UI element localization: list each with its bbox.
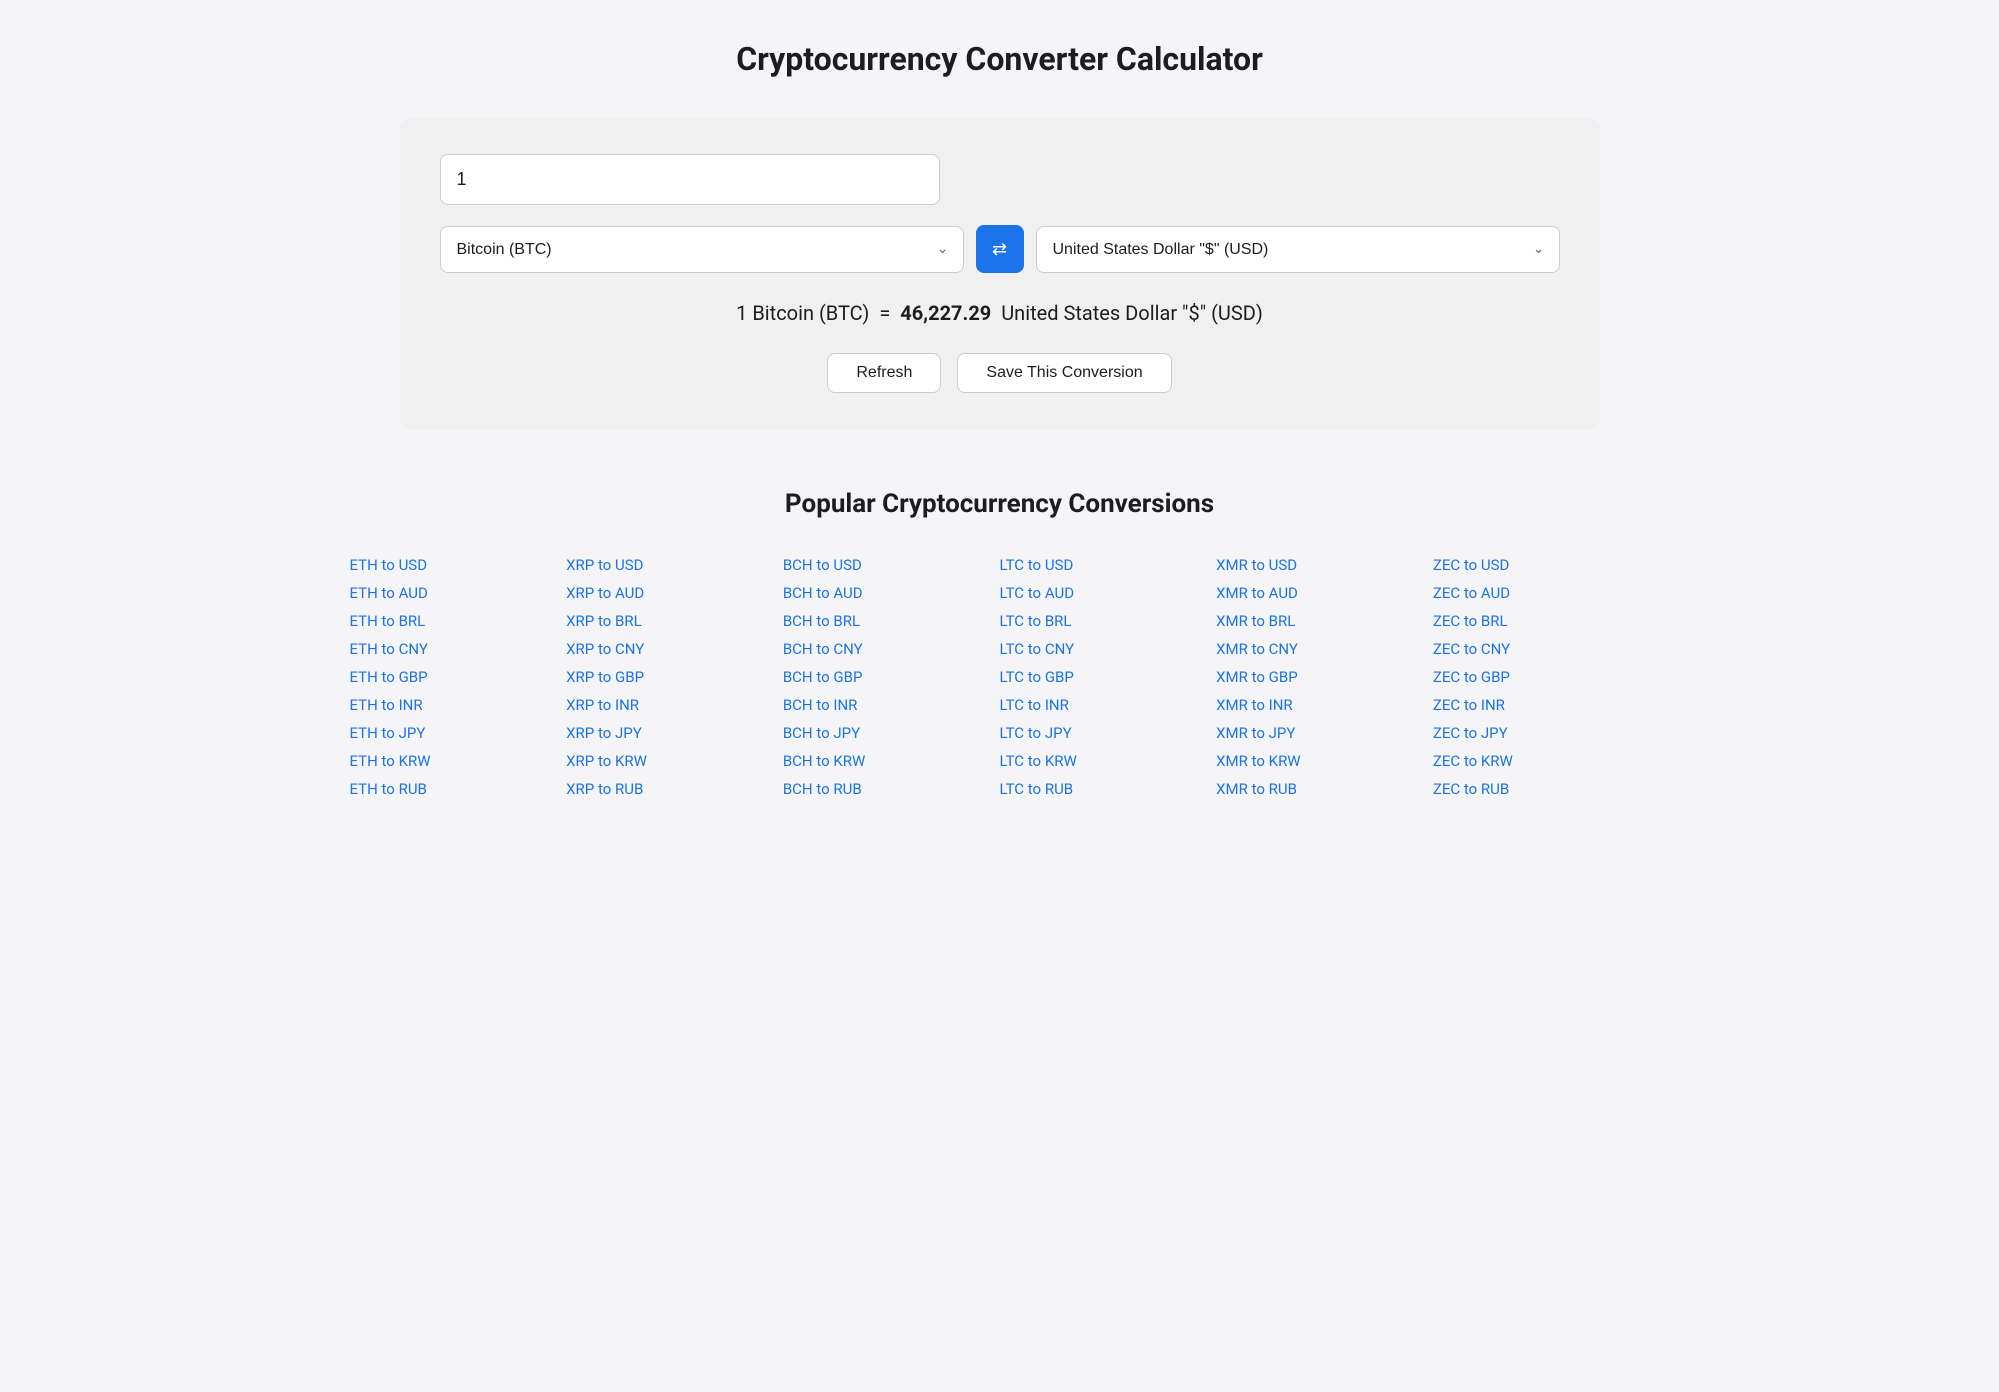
list-item[interactable]: XMR to GBP [1216,663,1433,691]
list-item[interactable]: LTC to RUB [1000,775,1217,803]
amount-input[interactable] [440,154,940,205]
list-item[interactable]: XMR to RUB [1216,775,1433,803]
list-item[interactable]: XMR to BRL [1216,607,1433,635]
refresh-button[interactable]: Refresh [827,353,941,393]
conversion-column-2: BCH to USDBCH to AUDBCH to BRLBCH to CNY… [783,551,1000,803]
list-item[interactable]: BCH to RUB [783,775,1000,803]
list-item[interactable]: LTC to KRW [1000,747,1217,775]
list-item[interactable]: ETH to AUD [350,579,567,607]
conversions-grid: ETH to USDETH to AUDETH to BRLETH to CNY… [350,551,1650,803]
conversion-column-0: ETH to USDETH to AUDETH to BRLETH to CNY… [350,551,567,803]
list-item[interactable]: XRP to RUB [566,775,783,803]
list-item[interactable]: ETH to USD [350,551,567,579]
selectors-row: Bitcoin (BTC)Ethereum (ETH)Ripple (XRP)B… [440,225,1560,273]
conversion-column-3: LTC to USDLTC to AUDLTC to BRLLTC to CNY… [1000,551,1217,803]
list-item[interactable]: XRP to GBP [566,663,783,691]
list-item[interactable]: LTC to CNY [1000,635,1217,663]
list-item[interactable]: BCH to USD [783,551,1000,579]
page-title: Cryptocurrency Converter Calculator [60,40,1939,78]
list-item[interactable]: BCH to GBP [783,663,1000,691]
result-value: 46,227.29 [900,301,991,325]
list-item[interactable]: XRP to USD [566,551,783,579]
list-item[interactable]: ZEC to RUB [1433,775,1650,803]
result-row: 1 Bitcoin (BTC) = 46,227.29 United State… [440,301,1560,325]
list-item[interactable]: ZEC to GBP [1433,663,1650,691]
list-item[interactable]: XRP to BRL [566,607,783,635]
list-item[interactable]: ETH to RUB [350,775,567,803]
conversion-column-5: ZEC to USDZEC to AUDZEC to BRLZEC to CNY… [1433,551,1650,803]
list-item[interactable]: ETH to GBP [350,663,567,691]
list-item[interactable]: LTC to GBP [1000,663,1217,691]
list-item[interactable]: ETH to KRW [350,747,567,775]
list-item[interactable]: BCH to INR [783,691,1000,719]
list-item[interactable]: XMR to INR [1216,691,1433,719]
popular-section: Popular Cryptocurrency Conversions ETH t… [350,489,1650,803]
to-currency-select[interactable]: United States Dollar "$" (USD)Australian… [1037,227,1559,272]
list-item[interactable]: ZEC to JPY [1433,719,1650,747]
from-currency-wrapper: Bitcoin (BTC)Ethereum (ETH)Ripple (XRP)B… [440,226,964,273]
action-buttons: Refresh Save This Conversion [440,353,1560,393]
result-equals: = [879,301,890,325]
list-item[interactable]: LTC to USD [1000,551,1217,579]
list-item[interactable]: XMR to AUD [1216,579,1433,607]
list-item[interactable]: ZEC to AUD [1433,579,1650,607]
list-item[interactable]: ETH to INR [350,691,567,719]
converter-card: Bitcoin (BTC)Ethereum (ETH)Ripple (XRP)B… [400,118,1600,429]
list-item[interactable]: ETH to CNY [350,635,567,663]
from-currency-select[interactable]: Bitcoin (BTC)Ethereum (ETH)Ripple (XRP)B… [441,227,963,272]
list-item[interactable]: LTC to JPY [1000,719,1217,747]
list-item[interactable]: XMR to CNY [1216,635,1433,663]
list-item[interactable]: ETH to BRL [350,607,567,635]
swap-icon: ⇄ [992,239,1007,260]
list-item[interactable]: ZEC to CNY [1433,635,1650,663]
list-item[interactable]: LTC to AUD [1000,579,1217,607]
list-item[interactable]: LTC to INR [1000,691,1217,719]
list-item[interactable]: XRP to CNY [566,635,783,663]
result-from: 1 Bitcoin (BTC) [736,301,869,325]
list-item[interactable]: LTC to BRL [1000,607,1217,635]
list-item[interactable]: BCH to AUD [783,579,1000,607]
conversion-column-1: XRP to USDXRP to AUDXRP to BRLXRP to CNY… [566,551,783,803]
list-item[interactable]: ETH to JPY [350,719,567,747]
list-item[interactable]: XMR to KRW [1216,747,1433,775]
list-item[interactable]: XMR to JPY [1216,719,1433,747]
list-item[interactable]: ZEC to USD [1433,551,1650,579]
list-item[interactable]: BCH to KRW [783,747,1000,775]
list-item[interactable]: BCH to BRL [783,607,1000,635]
list-item[interactable]: XRP to AUD [566,579,783,607]
swap-button[interactable]: ⇄ [976,225,1024,273]
conversion-column-4: XMR to USDXMR to AUDXMR to BRLXMR to CNY… [1216,551,1433,803]
list-item[interactable]: XRP to JPY [566,719,783,747]
list-item[interactable]: ZEC to BRL [1433,607,1650,635]
list-item[interactable]: XMR to USD [1216,551,1433,579]
list-item[interactable]: BCH to CNY [783,635,1000,663]
list-item[interactable]: ZEC to KRW [1433,747,1650,775]
to-currency-wrapper: United States Dollar "$" (USD)Australian… [1036,226,1560,273]
list-item[interactable]: ZEC to INR [1433,691,1650,719]
popular-title: Popular Cryptocurrency Conversions [350,489,1650,519]
save-conversion-button[interactable]: Save This Conversion [957,353,1171,393]
result-to: United States Dollar "$" (USD) [1001,301,1263,325]
list-item[interactable]: BCH to JPY [783,719,1000,747]
list-item[interactable]: XRP to INR [566,691,783,719]
list-item[interactable]: XRP to KRW [566,747,783,775]
